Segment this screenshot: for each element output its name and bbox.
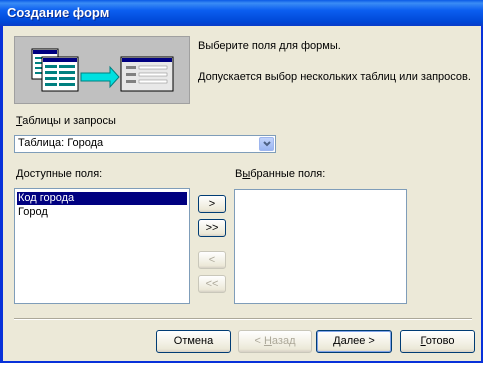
title-bar[interactable]: Создание форм xyxy=(0,0,483,26)
available-fields-list[interactable]: Код города Город xyxy=(14,188,190,304)
tables-label: Таблицы и запросы xyxy=(16,115,116,127)
list-item[interactable]: Город xyxy=(17,206,48,219)
left-edge-mark xyxy=(0,256,3,270)
next-button-text: алее > xyxy=(340,335,375,347)
table-to-form-icon xyxy=(31,48,174,92)
selected-fields-list[interactable] xyxy=(234,189,407,304)
selected-label-text: бранные поля: xyxy=(250,168,326,180)
intro-line-2: Допускается выбор нескольких таблиц или … xyxy=(198,71,471,83)
available-label-text: оступные поля: xyxy=(23,168,103,180)
cancel-button[interactable]: Отмена xyxy=(156,330,231,353)
list-item[interactable]: Код города xyxy=(17,192,187,205)
tables-combobox[interactable]: Таблица: Города xyxy=(14,135,276,153)
back-button-hotkey: Н xyxy=(263,335,272,347)
window-title: Создание форм xyxy=(7,5,110,20)
finish-button[interactable]: Готово xyxy=(400,330,475,353)
chevron-down-icon[interactable] xyxy=(259,137,274,151)
footer-divider xyxy=(14,318,472,320)
remove-field-button[interactable]: < xyxy=(198,251,226,269)
tables-combobox-value: Таблица: Города xyxy=(18,137,104,149)
add-field-button[interactable]: > xyxy=(198,195,226,213)
available-label-hotkey: Д xyxy=(16,168,24,180)
add-all-fields-button[interactable]: >> xyxy=(198,219,226,237)
back-button-pre: < xyxy=(254,335,264,347)
remove-all-fields-button[interactable]: << xyxy=(198,275,226,293)
available-fields-label: Доступные поля: xyxy=(16,168,102,180)
intro-line-1: Выберите поля для формы. xyxy=(198,40,341,52)
form-wizard-window: Создание форм Выберите поля для формы. Д… xyxy=(0,0,483,363)
back-button[interactable]: < Назад xyxy=(238,330,312,353)
wizard-illustration xyxy=(14,36,190,104)
tables-label-text: аблицы и запросы xyxy=(22,115,116,127)
back-button-text: азад xyxy=(271,335,296,347)
next-button-hotkey: Д xyxy=(333,335,341,347)
window-left-border xyxy=(0,26,3,363)
next-button[interactable]: Далее > xyxy=(316,330,392,353)
finish-button-text: отово xyxy=(425,335,455,347)
selected-fields-label: Выбранные поля: xyxy=(235,168,325,180)
